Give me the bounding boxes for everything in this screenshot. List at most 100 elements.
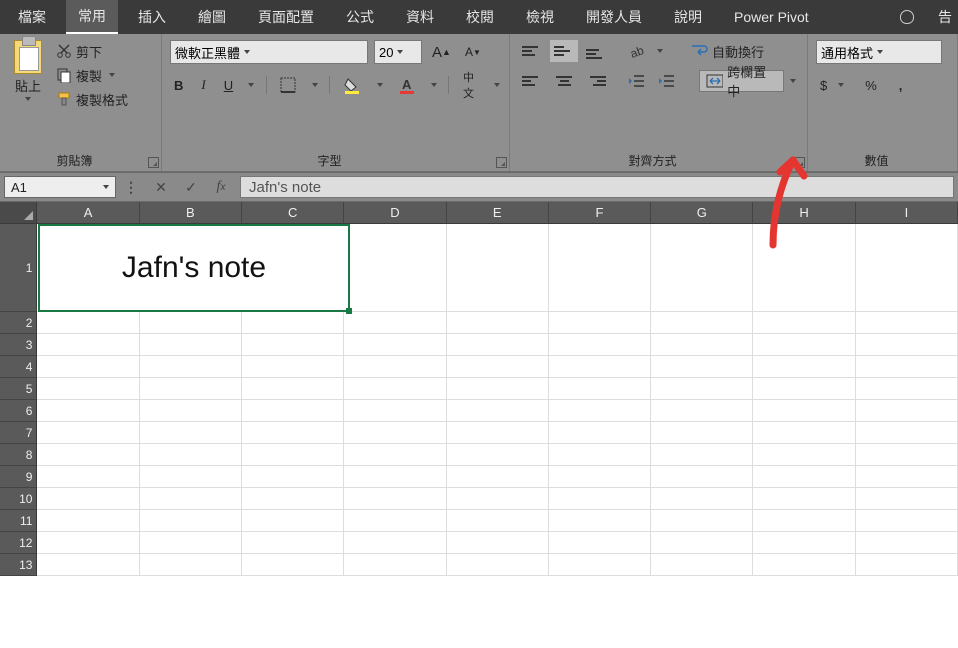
cell[interactable] [447, 422, 549, 444]
tab-power-pivot[interactable]: Power Pivot [722, 3, 821, 31]
cell[interactable] [37, 532, 139, 554]
tab-file[interactable]: 檔案 [6, 1, 58, 33]
col-header-C[interactable]: C [242, 202, 344, 224]
cell[interactable] [753, 334, 855, 356]
number-format-select[interactable]: 通用格式 [816, 40, 942, 64]
cell[interactable] [856, 224, 958, 312]
comma-button[interactable]: , [895, 74, 907, 96]
orientation-button[interactable]: ab [624, 40, 650, 62]
cell[interactable] [344, 378, 446, 400]
cell[interactable] [140, 400, 242, 422]
merged-cell-A1-C1[interactable]: Jafn's note [38, 224, 350, 312]
col-header-F[interactable]: F [549, 202, 651, 224]
cell[interactable] [242, 378, 344, 400]
cell[interactable] [651, 378, 753, 400]
underline-button[interactable]: U [220, 74, 237, 96]
col-header-A[interactable]: A [37, 202, 139, 224]
cell[interactable] [856, 334, 958, 356]
cell[interactable] [549, 400, 651, 422]
align-center-button[interactable] [550, 70, 578, 92]
cell[interactable] [856, 378, 958, 400]
cell[interactable] [344, 510, 446, 532]
cell[interactable] [549, 466, 651, 488]
cell[interactable] [37, 334, 139, 356]
cell[interactable] [856, 312, 958, 334]
tab-review[interactable]: 校閱 [454, 1, 506, 33]
increase-indent-button[interactable] [654, 70, 680, 92]
tab-draw[interactable]: 繪圖 [186, 1, 238, 33]
row-header-5[interactable]: 5 [0, 378, 37, 400]
bold-button[interactable]: B [170, 74, 187, 96]
font-size-select[interactable]: 20 [374, 40, 422, 64]
row-header-9[interactable]: 9 [0, 466, 37, 488]
cell[interactable] [651, 224, 753, 312]
cell[interactable] [753, 312, 855, 334]
cell[interactable] [651, 334, 753, 356]
cell[interactable] [651, 400, 753, 422]
cell[interactable] [242, 488, 344, 510]
cut-button[interactable]: 剪下 [56, 40, 128, 62]
cell[interactable] [651, 466, 753, 488]
increase-font-button[interactable]: A▲ [428, 41, 455, 63]
cell[interactable] [753, 224, 855, 312]
cell[interactable] [753, 378, 855, 400]
cell[interactable] [753, 422, 855, 444]
cell[interactable] [242, 554, 344, 576]
decrease-font-button[interactable]: A▼ [461, 41, 485, 63]
cell[interactable] [344, 312, 446, 334]
row-header-11[interactable]: 11 [0, 510, 37, 532]
cell[interactable] [242, 400, 344, 422]
cell[interactable] [242, 334, 344, 356]
cell[interactable] [447, 334, 549, 356]
cell[interactable] [242, 466, 344, 488]
tab-insert[interactable]: 插入 [126, 1, 178, 33]
fx-button[interactable]: fx [206, 176, 236, 198]
format-painter-button[interactable]: 複製格式 [56, 88, 128, 110]
col-header-D[interactable]: D [344, 202, 446, 224]
cell[interactable] [753, 400, 855, 422]
merge-center-button[interactable]: 跨欄置中 [699, 70, 783, 92]
row-header-6[interactable]: 6 [0, 400, 37, 422]
align-right-button[interactable] [582, 70, 610, 92]
name-box-dropdown[interactable] [103, 185, 109, 189]
align-left-button[interactable] [518, 70, 546, 92]
align-middle-button[interactable] [550, 40, 578, 62]
cell[interactable] [549, 334, 651, 356]
currency-dropdown[interactable] [835, 83, 847, 87]
cell[interactable] [447, 356, 549, 378]
paste-button[interactable]: 貼上 [8, 40, 48, 101]
font-name-select[interactable]: 微軟正黑體 [170, 40, 368, 64]
cell[interactable] [37, 488, 139, 510]
cell[interactable] [856, 488, 958, 510]
cell[interactable] [344, 488, 446, 510]
cell[interactable] [856, 400, 958, 422]
cell[interactable] [549, 532, 651, 554]
copy-button[interactable]: 複製 [56, 64, 128, 86]
tab-view[interactable]: 檢視 [514, 1, 566, 33]
cell[interactable] [549, 444, 651, 466]
border-dropdown[interactable] [310, 83, 318, 87]
cell[interactable] [651, 488, 753, 510]
cell[interactable] [651, 312, 753, 334]
cell[interactable] [344, 554, 446, 576]
cell[interactable] [344, 400, 446, 422]
cell[interactable] [447, 444, 549, 466]
cell[interactable] [651, 554, 753, 576]
cell[interactable] [140, 312, 242, 334]
cell[interactable] [140, 466, 242, 488]
cancel-formula-button[interactable]: ✕ [146, 176, 176, 198]
cell[interactable] [549, 422, 651, 444]
cell[interactable] [140, 356, 242, 378]
col-header-I[interactable]: I [856, 202, 958, 224]
cell[interactable] [447, 510, 549, 532]
cell[interactable] [651, 444, 753, 466]
cell[interactable] [140, 532, 242, 554]
cell[interactable] [344, 444, 446, 466]
select-all-corner[interactable] [0, 202, 37, 224]
cell[interactable] [447, 378, 549, 400]
row-header-7[interactable]: 7 [0, 422, 37, 444]
cell[interactable] [37, 422, 139, 444]
cell[interactable] [344, 224, 446, 312]
cell[interactable] [651, 422, 753, 444]
tell-me-cut[interactable]: 告 [926, 1, 952, 33]
